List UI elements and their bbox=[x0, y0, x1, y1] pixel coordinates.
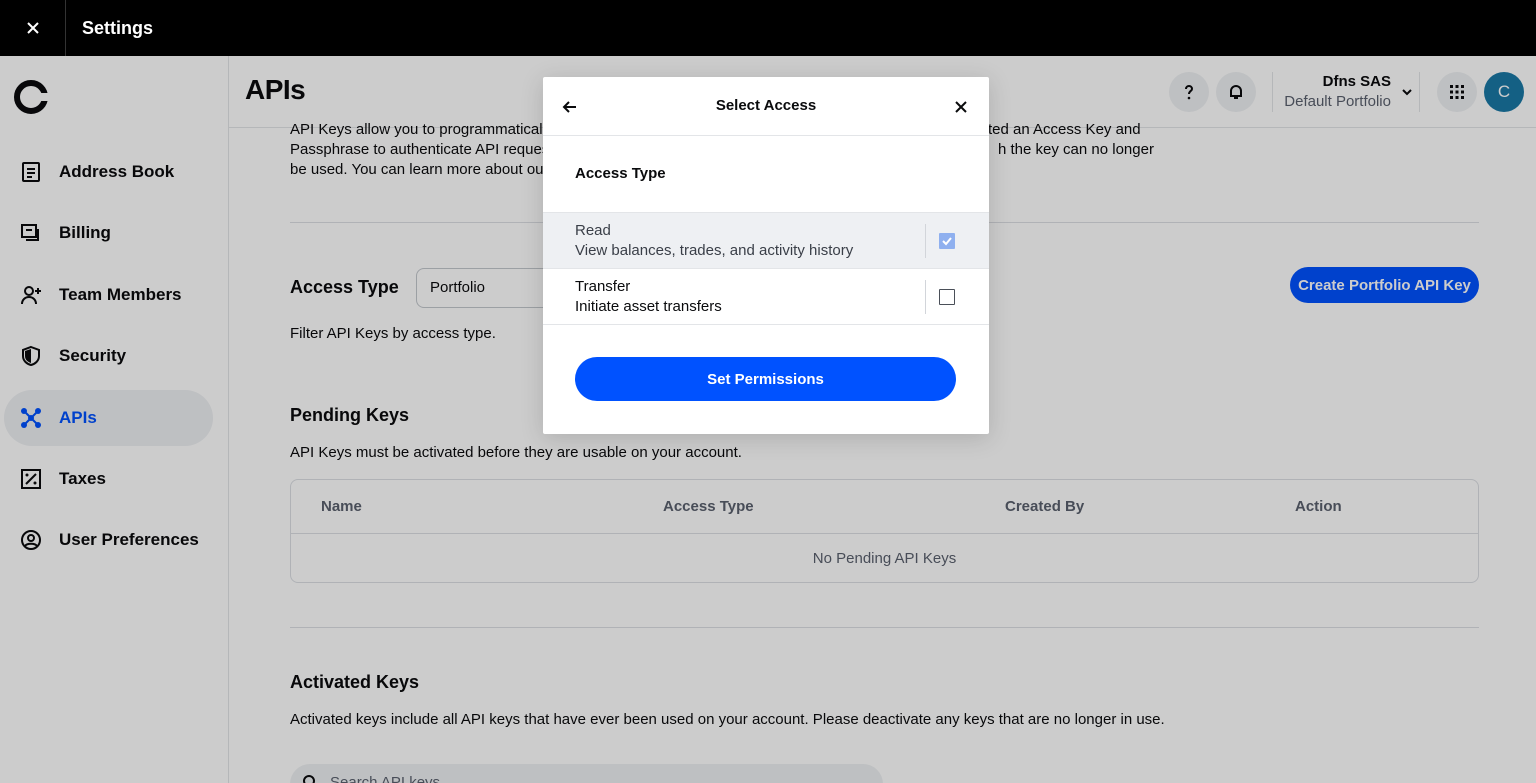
checkmark-icon bbox=[942, 237, 952, 246]
transfer-checkbox[interactable] bbox=[939, 289, 955, 305]
access-option-read[interactable]: Read View balances, trades, and activity… bbox=[543, 212, 989, 269]
option-description: View balances, trades, and activity hist… bbox=[575, 242, 854, 259]
close-icon bbox=[26, 22, 39, 34]
divider bbox=[925, 224, 926, 258]
option-title: Transfer bbox=[575, 278, 631, 295]
modal-subtitle: Access Type bbox=[575, 165, 666, 182]
select-access-modal: Select Access Access Type Read View bala… bbox=[543, 77, 989, 434]
window-title: Settings bbox=[82, 17, 154, 38]
set-permissions-button[interactable]: Set Permissions bbox=[575, 357, 956, 401]
modal-header: Select Access bbox=[543, 77, 989, 136]
close-settings-button[interactable] bbox=[0, 0, 66, 56]
close-icon[interactable] bbox=[951, 97, 971, 117]
top-bar: Settings bbox=[0, 0, 1536, 56]
access-option-transfer[interactable]: Transfer Initiate asset transfers bbox=[543, 268, 989, 325]
read-checkbox[interactable] bbox=[939, 233, 955, 249]
modal-title: Select Access bbox=[715, 97, 817, 114]
option-description: Initiate asset transfers bbox=[575, 298, 722, 315]
option-title: Read bbox=[575, 222, 611, 239]
divider bbox=[925, 280, 926, 314]
